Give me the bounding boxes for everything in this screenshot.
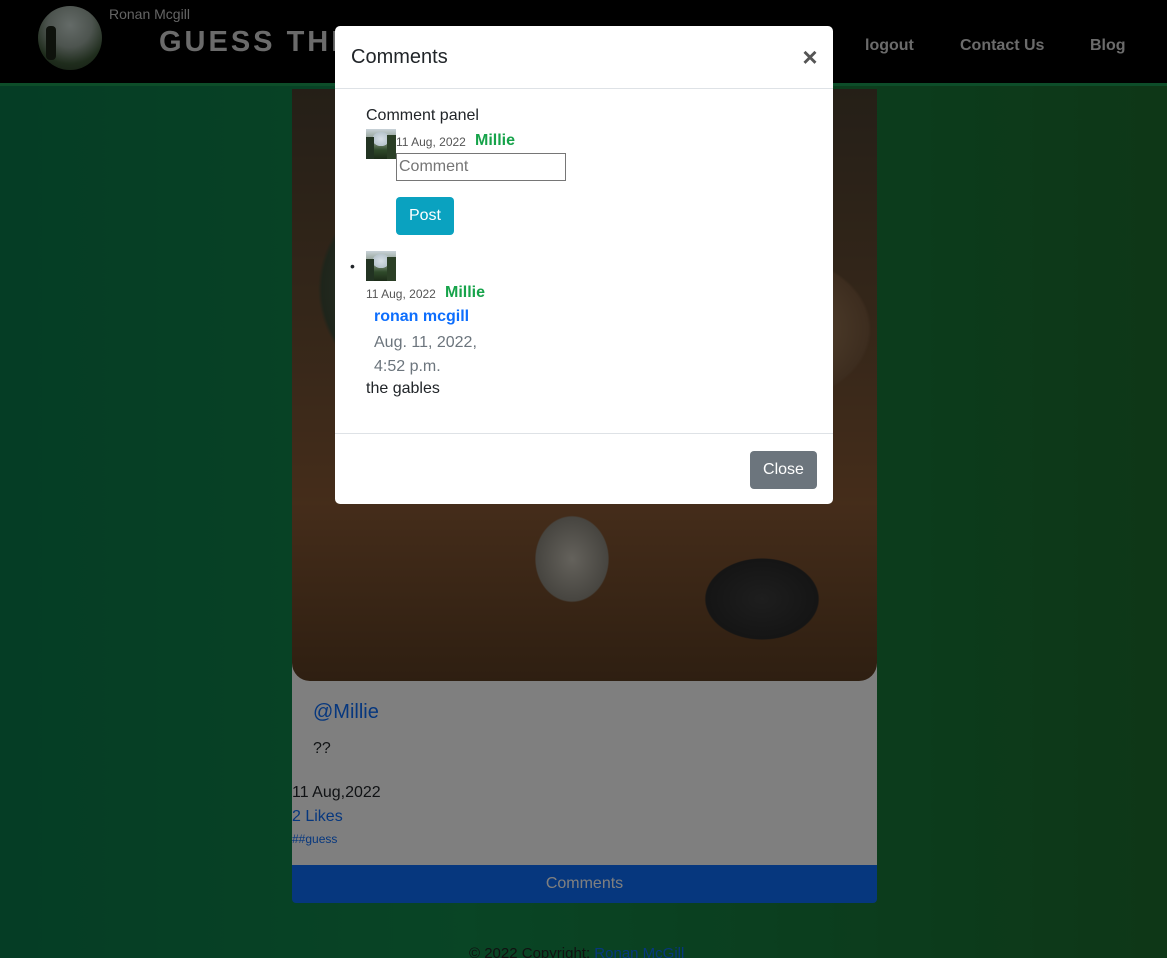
composer-date: 11 Aug, 2022 bbox=[396, 135, 466, 149]
composer-username: Millie bbox=[475, 132, 516, 149]
modal-footer: Close bbox=[335, 433, 833, 504]
comment-avatar bbox=[366, 251, 396, 281]
post-button[interactable]: Post bbox=[396, 197, 454, 235]
list-bullet: • bbox=[350, 258, 355, 274]
comment-timestamp: Aug. 11, 2022, 4:52 p.m. bbox=[374, 331, 494, 379]
close-icon[interactable]: × bbox=[797, 42, 823, 72]
comment-timestamp-time: 4:52 p.m. bbox=[374, 358, 441, 375]
comment-timestamp-date: Aug. 11, 2022, bbox=[374, 334, 477, 351]
comment-input[interactable] bbox=[396, 153, 566, 181]
comment-body: the gables bbox=[366, 380, 440, 397]
comment-date: 11 Aug, 2022 bbox=[366, 287, 436, 301]
comment-username: Millie bbox=[445, 284, 486, 301]
comments-modal: Comments × Comment panel 11 Aug, 2022 Mi… bbox=[335, 26, 833, 504]
comment-author-link[interactable]: ronan mcgill bbox=[374, 308, 469, 326]
commenter-avatar bbox=[366, 129, 396, 159]
modal-header: Comments × bbox=[335, 26, 833, 89]
close-button[interactable]: Close bbox=[750, 451, 817, 489]
comment-panel-title: Comment panel bbox=[366, 107, 479, 124]
modal-title: Comments bbox=[351, 46, 448, 68]
